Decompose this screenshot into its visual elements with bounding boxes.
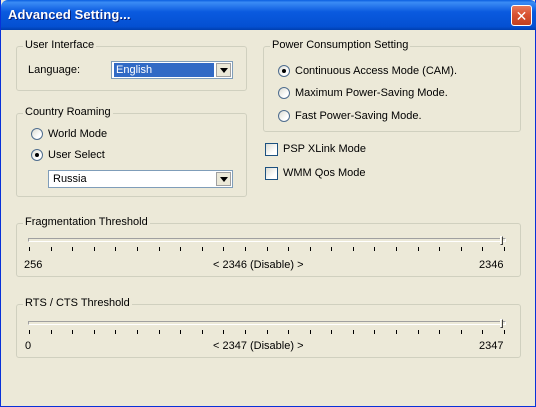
user-interface-legend: User Interface (23, 39, 97, 51)
fragmentation-current: < 2346 (Disable) > (213, 259, 304, 271)
wmm-qos-checkbox[interactable] (265, 167, 278, 180)
rts-tick (93, 330, 95, 334)
fragmentation-tick (158, 247, 160, 251)
fragmentation-tick (50, 247, 52, 251)
title-bar[interactable]: Advanced Setting... ✕ (1, 0, 536, 30)
wmm-qos-label[interactable]: WMM Qos Mode (283, 167, 366, 179)
fragmentation-tick (504, 247, 505, 251)
fragmentation-tick (223, 247, 225, 251)
advanced-setting-dialog: Advanced Setting... ✕ User Interface Lan… (0, 0, 536, 407)
fragmentation-tick (331, 247, 333, 251)
fragmentation-tick (72, 247, 74, 251)
country-value: Russia (53, 173, 87, 185)
fragmentation-slider-thumb[interactable] (500, 236, 503, 245)
country-roaming-legend: Country Roaming (23, 106, 113, 118)
rts-tick (158, 330, 160, 334)
fragmentation-tick (460, 247, 462, 251)
rts-tick (460, 330, 462, 334)
fragmentation-tick (136, 247, 138, 251)
language-label: Language: (28, 64, 80, 76)
rts-slider-thumb[interactable] (500, 319, 503, 328)
fast-psm-label[interactable]: Fast Power-Saving Mode. (295, 110, 422, 122)
chevron-down-icon[interactable] (216, 172, 231, 186)
rts-slider-track[interactable] (28, 321, 506, 325)
rts-tick (223, 330, 225, 334)
cam-radio[interactable] (278, 65, 290, 77)
country-select[interactable]: Russia (48, 170, 233, 188)
cam-label[interactable]: Continuous Access Mode (CAM). (295, 65, 457, 77)
rts-tick (331, 330, 333, 334)
world-mode-label[interactable]: World Mode (48, 128, 107, 140)
power-consumption-legend: Power Consumption Setting (270, 39, 411, 51)
rts-tick (288, 330, 290, 334)
fragmentation-tick (201, 247, 203, 251)
fast-psm-radio[interactable] (278, 110, 290, 122)
fragmentation-tick (396, 247, 398, 251)
rts-max: 2347 (479, 340, 504, 352)
user-select-radio[interactable] (31, 149, 43, 161)
fragmentation-min: 256 (24, 259, 43, 271)
rts-tick (482, 330, 484, 334)
rts-tick (439, 330, 441, 334)
close-button[interactable]: ✕ (511, 5, 532, 26)
rts-tick (504, 330, 505, 334)
rts-tick (29, 330, 30, 334)
rts-current: < 2347 (Disable) > (213, 340, 304, 352)
rts-tick (136, 330, 138, 334)
fragmentation-tick (352, 247, 354, 251)
rts-tick (201, 330, 203, 334)
fragmentation-tick (439, 247, 441, 251)
rts-tick (417, 330, 419, 334)
fragmentation-tick (180, 247, 182, 251)
fragmentation-tick (93, 247, 95, 251)
rts-cts-legend: RTS / CTS Threshold (23, 297, 132, 309)
fragmentation-legend: Fragmentation Threshold (23, 216, 150, 228)
window-title: Advanced Setting... (8, 7, 131, 22)
close-icon: ✕ (515, 7, 528, 24)
rts-tick (115, 330, 117, 334)
rts-tick (309, 330, 311, 334)
rts-tick (396, 330, 398, 334)
chevron-down-icon[interactable] (216, 63, 231, 77)
rts-tick (180, 330, 182, 334)
world-mode-radio[interactable] (31, 128, 43, 140)
fragmentation-tick (374, 247, 376, 251)
psp-xlink-checkbox[interactable] (265, 143, 278, 156)
max-psm-radio[interactable] (278, 87, 290, 99)
fragmentation-tick (115, 247, 117, 251)
rts-min: 0 (25, 340, 32, 352)
fragmentation-tick (244, 247, 246, 251)
fragmentation-tick (29, 247, 30, 251)
fragmentation-tick (482, 247, 484, 251)
rts-tick (50, 330, 52, 334)
max-psm-label[interactable]: Maximum Power-Saving Mode. (295, 87, 448, 99)
fragmentation-max: 2346 (479, 259, 504, 271)
language-select[interactable]: English (111, 61, 233, 79)
fragmentation-tick (417, 247, 419, 251)
rts-tick (244, 330, 246, 334)
rts-tick (72, 330, 74, 334)
fragmentation-tick (309, 247, 311, 251)
user-select-label[interactable]: User Select (48, 149, 105, 161)
rts-tick (374, 330, 376, 334)
fragmentation-slider-track[interactable] (28, 238, 506, 242)
rts-tick (352, 330, 354, 334)
psp-xlink-label[interactable]: PSP XLink Mode (283, 143, 366, 155)
rts-tick (266, 330, 268, 334)
fragmentation-tick (266, 247, 268, 251)
language-value: English (114, 63, 214, 77)
fragmentation-tick (288, 247, 290, 251)
